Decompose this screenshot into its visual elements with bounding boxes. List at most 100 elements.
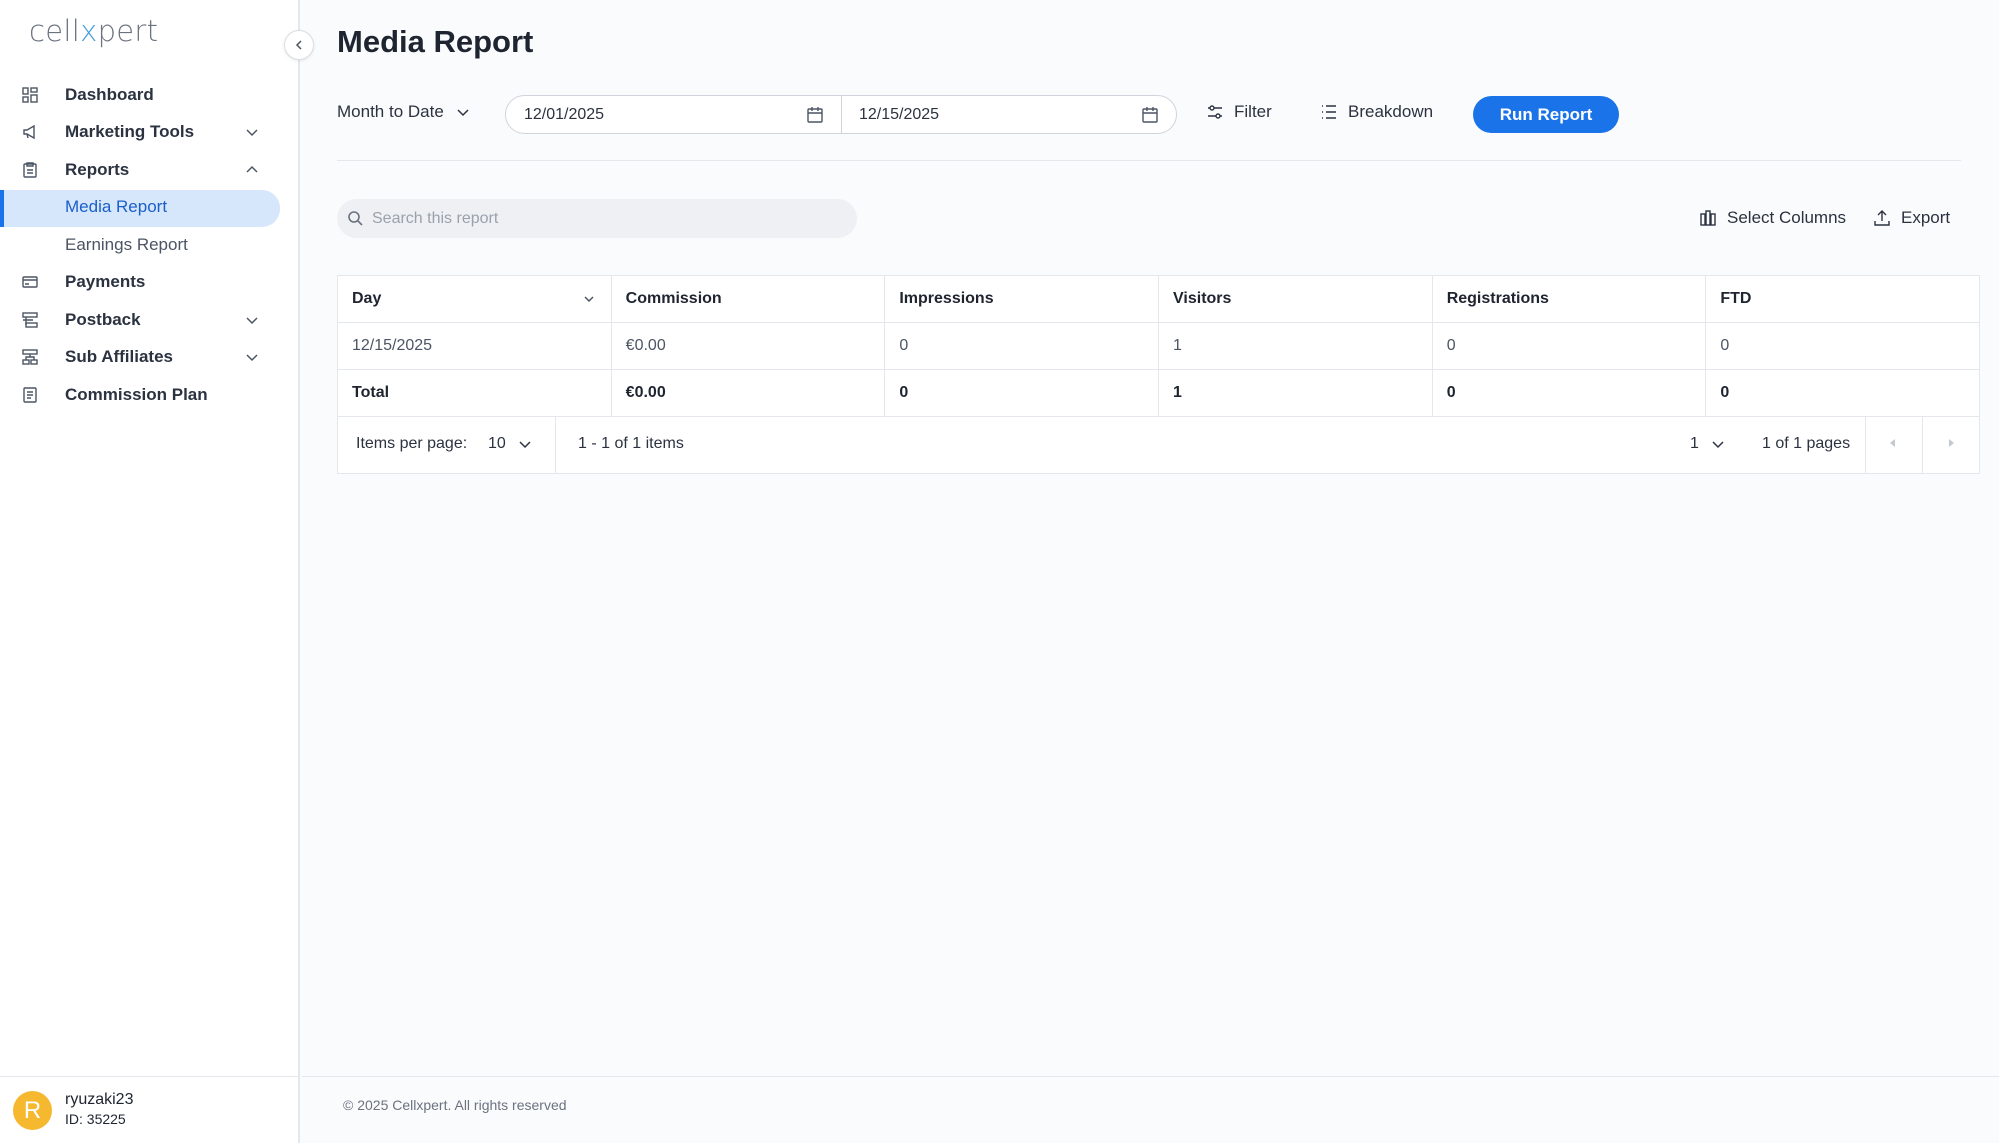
sidebar-item-postback[interactable]: Postback: [0, 301, 300, 339]
megaphone-icon: [21, 123, 39, 141]
sidebar-nav: Dashboard Marketing Tools Reports Media …: [0, 76, 300, 414]
chevron-left-icon: [295, 40, 302, 50]
footer: © 2025 Cellxpert. All rights reserved: [302, 1076, 1999, 1143]
table-cell: 0: [1433, 323, 1707, 369]
table-cell: 0: [885, 323, 1160, 369]
export-button[interactable]: Export: [1873, 208, 1950, 228]
sidebar-item-media-report[interactable]: Media Report: [0, 189, 300, 227]
sidebar-item-label: Media Report: [65, 197, 168, 217]
filter-button[interactable]: Filter: [1206, 102, 1272, 122]
table-cell: Total: [338, 370, 612, 416]
table-cell: 0: [1720, 384, 1730, 401]
sidebar-item-payments[interactable]: Payments: [0, 264, 300, 302]
upload-icon: [1874, 210, 1890, 226]
table-cell: 0: [1433, 370, 1707, 416]
previous-page-icon[interactable]: [1887, 437, 1899, 449]
column-header-commission[interactable]: Commission: [612, 276, 886, 322]
table-cell: 1: [1159, 323, 1433, 369]
search-bar: [337, 199, 857, 238]
breakdown-button[interactable]: Breakdown: [1320, 102, 1433, 122]
current-page: 1: [1690, 435, 1699, 452]
sidebar-item-label: Payments: [65, 272, 146, 292]
search-input[interactable]: [372, 199, 832, 238]
chevron-down-icon: [244, 349, 260, 365]
table-header-row: Day Commission Impressions Visitors Regi…: [338, 276, 1979, 323]
dashboard-icon: [21, 86, 39, 104]
sidebar-item-dashboard[interactable]: Dashboard: [0, 76, 300, 114]
items-per-page-value: 10: [488, 435, 506, 452]
table-cell: 0: [1720, 337, 1730, 354]
column-header-impressions[interactable]: Impressions: [885, 276, 1160, 322]
hierarchy-icon: [21, 348, 39, 366]
next-page-icon[interactable]: [1945, 437, 1957, 449]
table-cell: €0.00: [612, 370, 886, 416]
sidebar-item-earnings-report[interactable]: Earnings Report: [0, 226, 300, 264]
items-per-page-label: Items per page:: [356, 435, 468, 452]
chevron-down-icon: [244, 124, 260, 140]
sidebar-item-label: Sub Affiliates: [65, 347, 173, 367]
period-value: Month to Date: [337, 102, 444, 121]
sliders-icon: [1208, 105, 1222, 119]
chevron-down-icon: [519, 441, 531, 449]
calendar-icon[interactable]: [806, 106, 824, 124]
run-report-button[interactable]: Run Report: [1473, 96, 1619, 133]
document-icon: [21, 386, 39, 404]
date-divider: [841, 96, 842, 133]
column-header-registrations[interactable]: Registrations: [1433, 276, 1707, 322]
sidebar-item-label: Reports: [65, 159, 130, 179]
logo: cellxpert: [29, 14, 159, 48]
item-range: 1 - 1 of 1 items: [578, 435, 684, 452]
report-table: Day Commission Impressions Visitors Regi…: [337, 275, 1980, 474]
export-label: Export: [1901, 208, 1951, 227]
copyright: © 2025 Cellxpert. All rights reserved: [343, 1097, 567, 1113]
sort-down-icon: [584, 296, 594, 303]
sidebar-item-sub-affiliates[interactable]: Sub Affiliates: [0, 339, 300, 377]
sidebar-item-label: Dashboard: [65, 84, 154, 104]
filter-label: Filter: [1234, 102, 1272, 121]
pager-divider: [1865, 417, 1866, 473]
clipboard-icon: [21, 161, 39, 179]
page-title: Media Report: [337, 24, 534, 59]
select-columns-button[interactable]: Select Columns: [1699, 208, 1846, 228]
page-select[interactable]: 1: [1690, 435, 1725, 453]
user-name: ryuzaki23: [65, 1091, 134, 1108]
chevron-down-icon: [1712, 441, 1724, 449]
sidebar-item-reports[interactable]: Reports: [0, 151, 300, 189]
date-range-picker: 12/01/2025 12/15/2025: [505, 95, 1177, 134]
sidebar-item-label: Marketing Tools: [65, 122, 195, 142]
items-per-page-select[interactable]: 10: [488, 435, 532, 453]
sidebar-item-commission-plan[interactable]: Commission Plan: [0, 376, 300, 414]
search-icon: [348, 211, 363, 226]
collapse-sidebar-button[interactable]: [284, 30, 314, 60]
active-indicator: [0, 189, 4, 227]
end-date-field[interactable]: 12/15/2025: [859, 96, 1159, 133]
card-icon: [21, 273, 39, 291]
column-header-visitors[interactable]: Visitors: [1159, 276, 1433, 322]
pager-divider: [1922, 417, 1923, 473]
chevron-down-icon: [457, 109, 469, 117]
sidebar-item-label: Commission Plan: [65, 384, 208, 404]
start-date-field[interactable]: 12/01/2025: [524, 96, 824, 133]
list-icon: [1322, 105, 1336, 119]
sidebar-item-marketing-tools[interactable]: Marketing Tools: [0, 114, 300, 152]
chevron-up-icon: [244, 162, 260, 178]
period-select[interactable]: Month to Date: [337, 102, 470, 122]
divider: [337, 160, 1961, 161]
table-cell: 0: [885, 370, 1160, 416]
pagination: Items per page: 10 1 - 1 of 1 items 1 1 …: [338, 417, 1979, 473]
table-row: 12/15/2025 €0.00 0 1 0 0: [338, 323, 1979, 370]
sidebar-item-label: Earnings Report: [65, 234, 188, 254]
breakdown-label: Breakdown: [1348, 102, 1434, 121]
page-count: 1 of 1 pages: [1762, 435, 1851, 452]
user-profile[interactable]: R ryuzaki23 ID: 35225: [0, 1076, 300, 1143]
column-header-ftd[interactable]: FTD: [1706, 276, 1979, 322]
column-header-label: Day: [352, 290, 382, 307]
columns-icon: [1700, 210, 1716, 226]
pager-divider: [555, 417, 556, 473]
postback-icon: [21, 311, 39, 329]
calendar-icon[interactable]: [1141, 106, 1159, 124]
table-total-row: Total €0.00 0 1 0 0: [338, 370, 1979, 417]
table-cell: 1: [1159, 370, 1433, 416]
chevron-down-icon: [244, 312, 260, 328]
column-header-day[interactable]: Day: [338, 276, 612, 322]
